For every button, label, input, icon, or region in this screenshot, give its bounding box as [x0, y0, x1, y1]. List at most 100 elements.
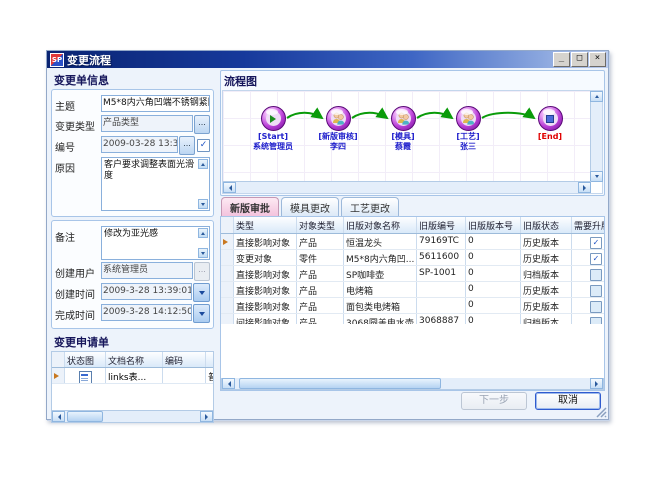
- window-title: 变更流程: [67, 52, 552, 68]
- scroll-right-icon[interactable]: [578, 182, 591, 193]
- column-header[interactable]: 类型: [234, 217, 297, 233]
- checkbox-unchecked-icon[interactable]: [590, 285, 602, 297]
- scroll-right-icon[interactable]: [590, 378, 603, 389]
- tab-1[interactable]: 新版审批: [221, 197, 279, 216]
- scroll-down-icon[interactable]: [590, 171, 603, 182]
- table-empty-area: [52, 384, 213, 410]
- form-row: 备注修改为亚光感: [55, 226, 210, 260]
- text-field[interactable]: 2009-03-28 13:39:01: [101, 136, 178, 153]
- ellipsis-button[interactable]: ...: [194, 115, 210, 134]
- table-row[interactable]: 变更对象零件M5*8内六角凹...56116000历史版本✓M5*8: [221, 250, 604, 266]
- resize-grip[interactable]: [595, 406, 607, 418]
- upgrade-cell: ✓: [572, 250, 605, 265]
- cancel-button[interactable]: 取消: [535, 392, 601, 410]
- checkbox-checked-icon[interactable]: ✓: [197, 139, 210, 152]
- field-label: 创建用户: [55, 262, 101, 280]
- scroll-down-icon[interactable]: [198, 248, 208, 258]
- textarea-text: 修改为亚光感: [104, 229, 158, 239]
- textarea-field[interactable]: 修改为亚光感: [101, 226, 210, 260]
- column-header[interactable]: 需要升版: [572, 217, 605, 233]
- column-header[interactable]: 旧版对象名称: [344, 217, 417, 233]
- tab-2[interactable]: 模具更改: [281, 197, 339, 216]
- scroll-left-icon[interactable]: [52, 411, 65, 422]
- request-table: 状态图文档名称编码links表...普: [51, 351, 214, 411]
- form-row: 编号2009-03-28 13:39:01...✓: [55, 136, 210, 155]
- scroll-left-icon[interactable]: [222, 378, 235, 389]
- selected-row-icon: [54, 373, 62, 379]
- table-row[interactable]: 直接影响对象产品电烤箱0历史版本: [221, 282, 604, 298]
- table-row[interactable]: links表...普: [52, 368, 213, 384]
- scroll-up-icon[interactable]: [198, 159, 208, 169]
- checkbox-unchecked-icon[interactable]: [590, 301, 602, 313]
- grid-cell: 0: [466, 282, 521, 297]
- scrollbar-thumb[interactable]: [67, 411, 103, 422]
- stop-icon: [546, 115, 554, 123]
- scrollbar-thumb[interactable]: [239, 378, 441, 389]
- tab-3[interactable]: 工艺更改: [341, 197, 399, 216]
- dropdown-button[interactable]: [193, 283, 210, 302]
- flow-node-users[interactable]: [工艺]张三: [436, 106, 500, 151]
- field-control: 2009-03-28 13:39:01...✓: [101, 136, 210, 155]
- table-row[interactable]: 直接影响对象产品SP咖啡壶SP-10010归档版本SP咖: [221, 266, 604, 282]
- app-icon: SP: [50, 53, 64, 67]
- grid-rows: 类型对象类型旧版对象名称旧版编号旧版版本号旧版状态需要升版新版直接影响对象产品恒…: [221, 217, 604, 330]
- flow-vertical-scrollbar[interactable]: [590, 91, 602, 182]
- node-core: [461, 111, 476, 126]
- users-icon: [396, 111, 411, 126]
- column-header[interactable]: 旧版编号: [417, 217, 466, 233]
- scroll-down-icon[interactable]: [198, 199, 208, 209]
- text-field[interactable]: 2009-3-28 13:39:01: [101, 283, 192, 300]
- checkbox-checked-icon[interactable]: ✓: [590, 253, 602, 265]
- grid-cell: [417, 298, 466, 313]
- next-button[interactable]: 下一步: [461, 392, 527, 410]
- table-row[interactable]: 直接影响对象产品面包类电烤箱0历史版本: [221, 298, 604, 314]
- tab-strip: 新版审批模具更改工艺更改: [221, 199, 605, 216]
- scroll-left-icon[interactable]: [223, 182, 236, 193]
- flow-horizontal-scrollbar[interactable]: [223, 181, 591, 193]
- column-header[interactable]: 编码: [163, 352, 206, 367]
- upgrade-cell: [572, 266, 605, 281]
- flow-node-start[interactable]: [Start]系统管理员: [241, 106, 305, 151]
- text-field[interactable]: 2009-3-28 14:12:50: [101, 304, 192, 321]
- node-user-label: 张三: [436, 142, 500, 151]
- column-header[interactable]: 对象类型: [297, 217, 344, 233]
- minimize-button[interactable]: _: [553, 52, 570, 67]
- row-indicator-header: [221, 217, 234, 233]
- text-field[interactable]: 系统管理员: [101, 262, 193, 279]
- ellipsis-button[interactable]: ...: [179, 136, 195, 155]
- ellipsis-button[interactable]: ...: [194, 262, 210, 281]
- grid-cell: 直接影响对象: [234, 234, 297, 249]
- field-control: M5*8内六角凹端不锈钢紧固螺钉: [101, 95, 210, 112]
- text-field[interactable]: 产品类型: [101, 115, 193, 132]
- scroll-up-icon[interactable]: [590, 91, 603, 102]
- textarea-field[interactable]: 客户要求调整表面光滑度: [101, 157, 210, 211]
- column-header[interactable]: 旧版版本号: [466, 217, 521, 233]
- flow-node-users[interactable]: [模具]蔡霞: [371, 106, 435, 151]
- close-button[interactable]: ×: [589, 52, 606, 67]
- field-control: 产品类型...: [101, 115, 210, 134]
- list-horizontal-scrollbar[interactable]: [51, 411, 214, 423]
- scroll-right-icon[interactable]: [200, 411, 213, 422]
- dropdown-button[interactable]: [193, 304, 210, 323]
- form-row: 创建用户系统管理员...: [55, 262, 210, 281]
- table-row[interactable]: 直接影响对象产品恒温龙头79169TC0历史版本✓: [221, 234, 604, 250]
- text-field[interactable]: M5*8内六角凹端不锈钢紧固螺钉: [101, 95, 210, 112]
- flow-node-end[interactable]: [End]: [518, 106, 582, 142]
- node-sphere: [456, 106, 481, 131]
- column-header[interactable]: 旧版状态: [521, 217, 572, 233]
- column-header[interactable]: 状态图: [65, 352, 106, 367]
- window-titlebar[interactable]: SP 变更流程 _ □ ×: [47, 51, 608, 68]
- chevron-down-icon: [199, 312, 205, 319]
- field-control: 客户要求调整表面光滑度: [101, 157, 210, 211]
- flow-chart-canvas[interactable]: [Start]系统管理员[新版审核]李四[模具]蔡霞[工艺]张三 [End]: [223, 91, 591, 182]
- scroll-up-icon[interactable]: [198, 228, 208, 238]
- flow-node-users[interactable]: [新版审核]李四: [306, 106, 370, 151]
- maximize-button[interactable]: □: [571, 52, 588, 67]
- checkbox-unchecked-icon[interactable]: [590, 269, 602, 281]
- grid-horizontal-scrollbar[interactable]: [221, 378, 604, 390]
- node-user-label: 蔡霞: [371, 142, 435, 151]
- column-header[interactable]: 文档名称: [106, 352, 163, 367]
- checkbox-checked-icon[interactable]: ✓: [590, 237, 602, 249]
- grid-cell: 5611600: [417, 250, 466, 265]
- column-header[interactable]: [206, 352, 213, 367]
